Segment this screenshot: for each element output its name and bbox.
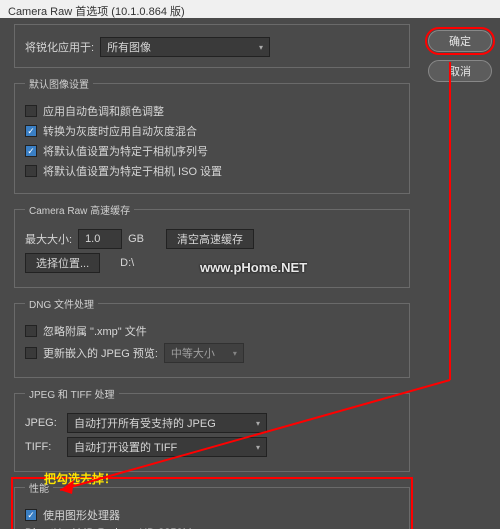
default-image-legend: 默认图像设置 [25,76,93,91]
cache-legend: Camera Raw 高速缓存 [25,202,134,217]
checkbox-camera-iso[interactable] [25,165,37,177]
cache-max-input[interactable]: 1.0 [78,229,122,249]
content-area: 将锐化应用于: 所有图像 ▾ 默认图像设置 应用自动色调和颜色调整 转换为灰度时… [0,18,500,529]
tiff-label: TIFF: [25,441,61,453]
chevron-down-icon: ▾ [259,43,263,52]
cache-max-unit: GB [128,233,144,245]
jpeg-label: JPEG: [25,417,61,429]
opt-auto-gray-label: 转换为灰度时应用自动灰度混合 [43,123,197,139]
checkbox-auto-gray[interactable] [25,125,37,137]
window-titlebar: Camera Raw 首选项 (10.1.0.864 版) [0,0,500,18]
dng-legend: DNG 文件处理 [25,296,98,311]
cancel-button[interactable]: 取消 [428,60,492,82]
ignore-xmp-label: 忽略附属 ".xmp" 文件 [43,323,147,339]
checkbox-camera-serial[interactable] [25,145,37,157]
use-gpu-label: 使用图形处理器 [43,507,120,523]
chevron-down-icon: ▾ [256,419,260,428]
clear-cache-button[interactable]: 清空高速缓存 [166,229,254,249]
opt-camera-serial-label: 将默认值设置为特定于相机序列号 [43,143,208,159]
cache-path: D:\ [120,257,134,269]
chevron-down-icon: ▾ [256,443,260,452]
tiff-handling-select[interactable]: 自动打开设置的 TIFF ▾ [67,437,267,457]
jpeg-handling-select[interactable]: 自动打开所有受支持的 JPEG ▾ [67,413,267,433]
opt-auto-tone-label: 应用自动色调和颜色调整 [43,103,164,119]
sharpen-label: 将锐化应用于: [25,39,94,55]
update-jpeg-label: 更新嵌入的 JPEG 预览: [43,345,158,361]
tiff-handling-value: 自动打开设置的 TIFF [74,439,177,455]
chevron-down-icon: ▾ [233,349,237,358]
side-panel: 确定 取消 [420,18,500,529]
sharpen-section: 将锐化应用于: 所有图像 ▾ [14,24,410,68]
jpeg-tiff-legend: JPEG 和 TIFF 处理 [25,386,119,401]
select-location-button[interactable]: 选择位置... [25,253,100,273]
performance-section: 性能 使用图形处理器 DirectX: AMD Radeon HD 8850M [14,480,410,529]
default-image-section: 默认图像设置 应用自动色调和颜色调整 转换为灰度时应用自动灰度混合 将默认值设置… [14,76,410,194]
jpeg-preview-size-select[interactable]: 中等大小 ▾ [164,343,244,363]
ok-button[interactable]: 确定 [428,30,492,52]
dng-section: DNG 文件处理 忽略附属 ".xmp" 文件 更新嵌入的 JPEG 预览: 中… [14,296,410,378]
cache-section: Camera Raw 高速缓存 最大大小: 1.0 GB 清空高速缓存 选择位置… [14,202,410,288]
checkbox-ignore-xmp[interactable] [25,325,37,337]
cache-max-label: 最大大小: [25,231,72,247]
sharpen-select[interactable]: 所有图像 ▾ [100,37,270,57]
checkbox-auto-tone[interactable] [25,105,37,117]
opt-camera-iso-label: 将默认值设置为特定于相机 ISO 设置 [43,163,222,179]
checkbox-use-gpu[interactable] [25,509,37,521]
jpeg-preview-size-value: 中等大小 [171,345,215,361]
main-panel: 将锐化应用于: 所有图像 ▾ 默认图像设置 应用自动色调和颜色调整 转换为灰度时… [0,18,420,529]
jpeg-tiff-section: JPEG 和 TIFF 处理 JPEG: 自动打开所有受支持的 JPEG ▾ T… [14,386,410,472]
checkbox-update-jpeg[interactable] [25,347,37,359]
sharpen-select-value: 所有图像 [107,39,151,55]
jpeg-handling-value: 自动打开所有受支持的 JPEG [74,415,216,431]
annotation-text: 把勾选去掉！ [44,470,116,487]
